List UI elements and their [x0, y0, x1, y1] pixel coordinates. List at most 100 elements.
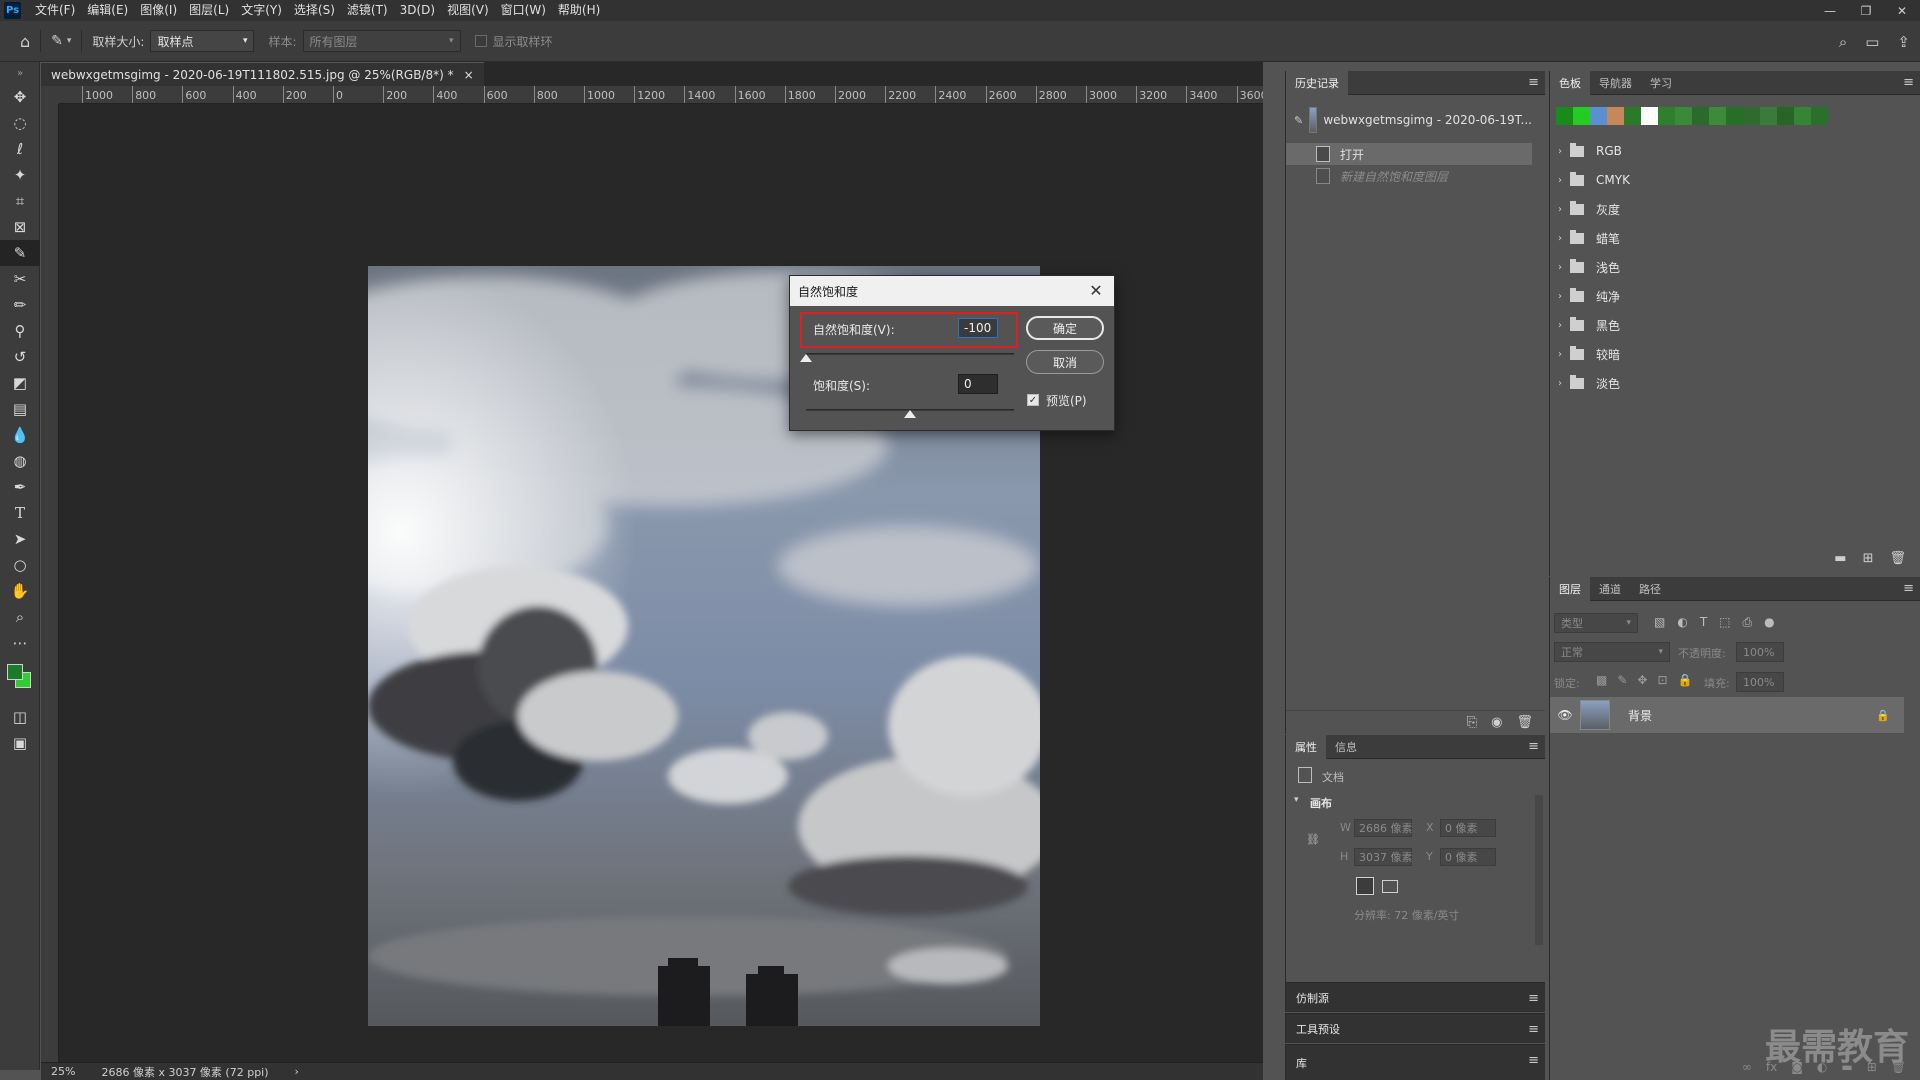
menu-filter[interactable]: 滤镜(T): [347, 0, 388, 21]
eyedropper-tool-icon[interactable]: ✎: [0, 240, 40, 266]
tab-paths[interactable]: 路径: [1630, 577, 1670, 601]
chevron-right-icon[interactable]: ›: [1550, 146, 1570, 157]
chevron-right-icon[interactable]: ›: [1550, 320, 1570, 331]
menu-window[interactable]: 窗口(W): [501, 0, 546, 21]
gradient-tool-icon[interactable]: ▤: [0, 396, 40, 422]
adjustment-filter-icon[interactable]: ◐: [1677, 615, 1687, 630]
link-layers-icon[interactable]: ∞: [1742, 1060, 1752, 1074]
tab-learn[interactable]: 学习: [1641, 71, 1681, 95]
history-item[interactable]: 新建自然饱和度图层: [1286, 165, 1532, 187]
new-group-folder-icon[interactable]: ▬: [1834, 551, 1846, 566]
menu-layer[interactable]: 图层(L): [189, 0, 229, 21]
swatch-group[interactable]: › 灰度: [1550, 195, 1904, 223]
dodge-tool-icon[interactable]: ◍: [0, 448, 40, 474]
magic-wand-tool-icon[interactable]: ✦: [0, 162, 40, 188]
layer-row[interactable]: 👁 背景 🔒: [1550, 697, 1904, 733]
history-item[interactable]: 打开: [1286, 143, 1532, 165]
clone-stamp-tool-icon[interactable]: ⚲: [0, 318, 40, 344]
panel-menu-icon[interactable]: ≡: [1903, 75, 1914, 90]
swatch[interactable]: [1607, 107, 1624, 125]
menu-select[interactable]: 选择(S): [294, 0, 335, 21]
brush-tool-icon[interactable]: ✏: [0, 292, 40, 318]
lock-icon[interactable]: 🔒: [1876, 709, 1890, 722]
swatch-group[interactable]: › RGB: [1550, 137, 1904, 165]
eyedropper-preset-icon[interactable]: ✎: [51, 33, 63, 49]
lock-all-icon[interactable]: 🔒: [1678, 673, 1693, 687]
y-field[interactable]: 0 像素: [1440, 848, 1496, 866]
home-icon[interactable]: ⌂: [20, 32, 30, 51]
swatch-group[interactable]: › 蜡笔: [1550, 224, 1904, 252]
chevron-right-icon[interactable]: ›: [295, 1065, 299, 1078]
tab-channels[interactable]: 通道: [1590, 577, 1630, 601]
minimize-icon[interactable]: —: [1812, 0, 1848, 21]
menu-help[interactable]: 帮助(H): [558, 0, 600, 21]
chevron-right-icon[interactable]: ›: [1550, 233, 1570, 244]
layer-filter-select[interactable]: 类型 ▾: [1554, 613, 1638, 633]
workspace-icon[interactable]: ▭: [1865, 33, 1879, 51]
panel-menu-icon[interactable]: ≡: [1528, 991, 1539, 1006]
history-brush-tool-icon[interactable]: ↺: [0, 344, 40, 370]
lock-transparent-icon[interactable]: ▩: [1596, 673, 1607, 687]
shape-filter-icon[interactable]: ⬚: [1719, 615, 1730, 630]
marquee-tool-icon[interactable]: ◌: [0, 110, 40, 136]
blend-mode-select[interactable]: 正常 ▾: [1554, 642, 1670, 662]
x-field[interactable]: 0 像素: [1440, 819, 1496, 837]
portrait-orientation-icon[interactable]: [1356, 877, 1374, 895]
swatch[interactable]: [1811, 107, 1828, 125]
blur-tool-icon[interactable]: 💧: [0, 422, 40, 448]
path-selection-tool-icon[interactable]: ➤: [0, 526, 40, 552]
clone-source-panel[interactable]: 仿制源 ≡: [1285, 982, 1545, 1012]
chevron-right-icon[interactable]: ›: [1550, 262, 1570, 273]
tab-navigator[interactable]: 导航器: [1590, 71, 1641, 95]
tool-presets-panel[interactable]: 工具预设 ≡: [1285, 1013, 1545, 1043]
chevron-right-icon[interactable]: ›: [1550, 291, 1570, 302]
healing-brush-tool-icon[interactable]: ✂: [0, 266, 40, 292]
vibrance-input[interactable]: -100: [958, 318, 998, 338]
menu-edit[interactable]: 编辑(E): [87, 0, 128, 21]
libraries-panel[interactable]: 库 ≡: [1285, 1044, 1545, 1080]
chevron-right-icon[interactable]: ›: [1550, 175, 1570, 186]
pixel-filter-icon[interactable]: ▧: [1654, 615, 1665, 630]
panel-menu-icon[interactable]: ≡: [1903, 581, 1914, 596]
panel-menu-icon[interactable]: ≡: [1528, 75, 1539, 90]
tab-history[interactable]: 历史记录: [1286, 70, 1348, 95]
swatch[interactable]: [1692, 107, 1709, 125]
pen-tool-icon[interactable]: ✒: [0, 474, 40, 500]
swatch[interactable]: [1726, 107, 1743, 125]
swatch-group[interactable]: › CMYK: [1550, 166, 1904, 194]
swatch-group[interactable]: › 纯净: [1550, 282, 1904, 310]
trash-icon[interactable]: 🗑: [1889, 551, 1906, 566]
swatch[interactable]: [1641, 107, 1658, 125]
chevron-right-icon[interactable]: ›: [1550, 204, 1570, 215]
foreground-color-swatch[interactable]: [7, 664, 23, 680]
zoom-level[interactable]: 25%: [51, 1065, 75, 1078]
lock-artboard-icon[interactable]: ⊡: [1657, 673, 1667, 687]
type-tool-icon[interactable]: T: [0, 500, 40, 526]
chevron-right-icon[interactable]: ›: [1550, 349, 1570, 360]
saturation-slider-thumb[interactable]: [904, 410, 916, 418]
properties-scrollbar[interactable]: [1535, 795, 1543, 945]
menu-type[interactable]: 文字(Y): [241, 0, 282, 21]
fill-field[interactable]: 100%: [1736, 672, 1784, 692]
trash-icon[interactable]: 🗑: [1516, 715, 1533, 730]
search-icon[interactable]: ⌕: [1839, 33, 1847, 51]
share-icon[interactable]: ⇪: [1897, 33, 1910, 51]
close-tab-icon[interactable]: ×: [464, 68, 474, 82]
collapse-toolbar-icon[interactable]: »: [0, 62, 40, 84]
saturation-input[interactable]: 0: [958, 374, 998, 394]
history-snapshot[interactable]: ✎ webwxgetmsgimg - 2020-06-19T...: [1286, 103, 1532, 137]
close-icon[interactable]: ✕: [1086, 280, 1106, 300]
swatch[interactable]: [1760, 107, 1777, 125]
link-icon[interactable]: ⛓: [1306, 833, 1320, 846]
tab-info[interactable]: 信息: [1326, 735, 1366, 759]
lock-position-icon[interactable]: ✥: [1637, 673, 1647, 687]
new-swatch-icon[interactable]: ⊞: [1863, 551, 1874, 566]
menu-view[interactable]: 视图(V): [447, 0, 489, 21]
landscape-orientation-icon[interactable]: [1382, 880, 1398, 893]
history-brush-source-icon[interactable]: ✎: [1294, 114, 1303, 127]
opacity-field[interactable]: 100%: [1736, 642, 1784, 662]
filter-toggle-icon[interactable]: ●: [1764, 615, 1774, 630]
ok-button[interactable]: 确定: [1026, 316, 1104, 340]
type-filter-icon[interactable]: T: [1700, 615, 1707, 630]
panel-menu-icon[interactable]: ≡: [1528, 739, 1539, 754]
